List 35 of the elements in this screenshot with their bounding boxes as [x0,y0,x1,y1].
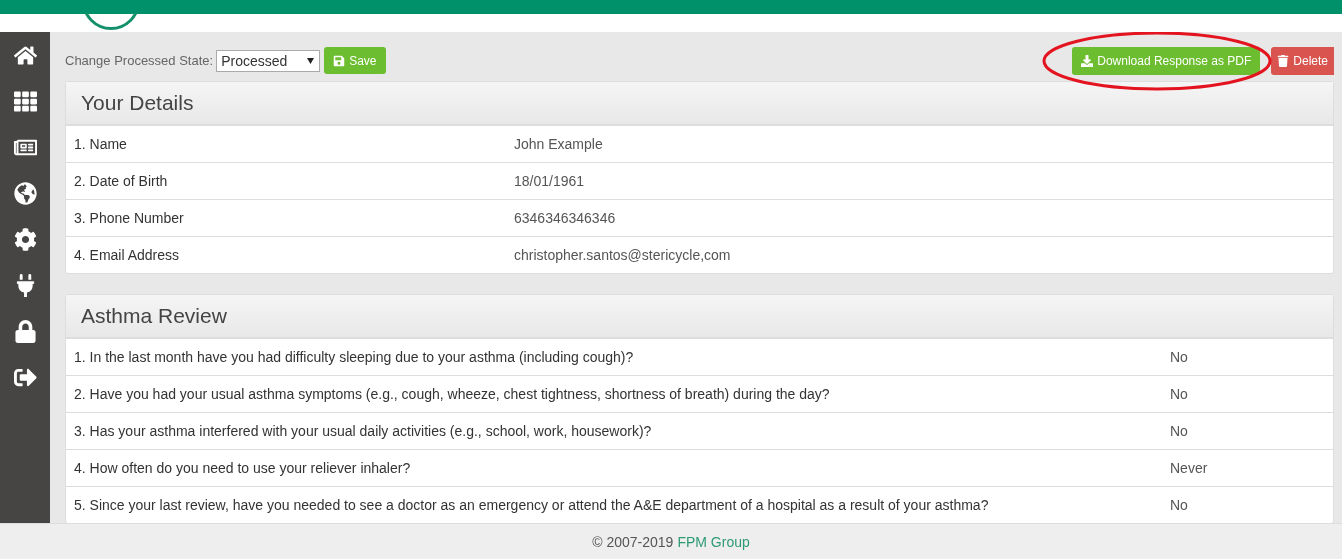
globe-icon[interactable] [13,180,37,207]
lock-icon[interactable] [13,318,37,345]
panel-title: Your Details [81,91,194,115]
answer-text: No [1170,386,1189,402]
trash-icon [1277,54,1290,67]
download-button[interactable]: Download Response as PDF [1072,46,1261,75]
question-text: 5. Since your last review, have you needed to see a doctor as an emergency or attend the A&E department of a hospital as a result of your asthma? [74,497,990,513]
state-select[interactable]: Processed [216,49,321,72]
grid-icon[interactable] [13,88,37,115]
settings-icon[interactable] [13,226,37,253]
answer-text: No [1170,349,1189,365]
copyright-text: © 2007-2019 [592,533,674,550]
question-text: 2. Date of Birth [74,173,169,189]
question-text: 3. Phone Number [74,210,185,226]
question-text: 2. Have you had your usual asthma symptoms (e.g., cough, wheeze, chest tightness, shortness of breath) during the day? [74,386,831,402]
delete-button[interactable]: Delete [1271,46,1334,75]
panel-title: Asthma Review [81,304,227,328]
answer-text: Never [1170,460,1209,476]
answer-text: 18/01/1961 [514,173,586,189]
download-icon [1081,54,1094,67]
answer-text: christopher.santos@stericycle,com [514,247,732,263]
answer-text: No [1170,423,1189,439]
answer-text: John Example [514,136,604,152]
answer-text: No [1170,497,1189,513]
caret-icon [307,57,315,64]
question-text: 1. In the last month have you had difficulty sleeping due to your asthma (including cough)? [74,349,635,365]
question-text: 1. Name [74,136,128,152]
question-text: 4. Email Address [74,247,181,263]
question-text: 3. Has your asthma interfered with your usual daily activities (e.g., school, work, housework)? [74,423,653,439]
question-text: 4. How often do you need to use your reliever inhaler? [74,460,412,476]
state-label: Change Processed State: [65,53,214,68]
save-button[interactable]: Save [324,47,386,74]
company-link[interactable]: FPM Group [677,533,750,550]
answer-text: 6346346346346 [514,210,617,226]
save-icon [333,54,346,67]
